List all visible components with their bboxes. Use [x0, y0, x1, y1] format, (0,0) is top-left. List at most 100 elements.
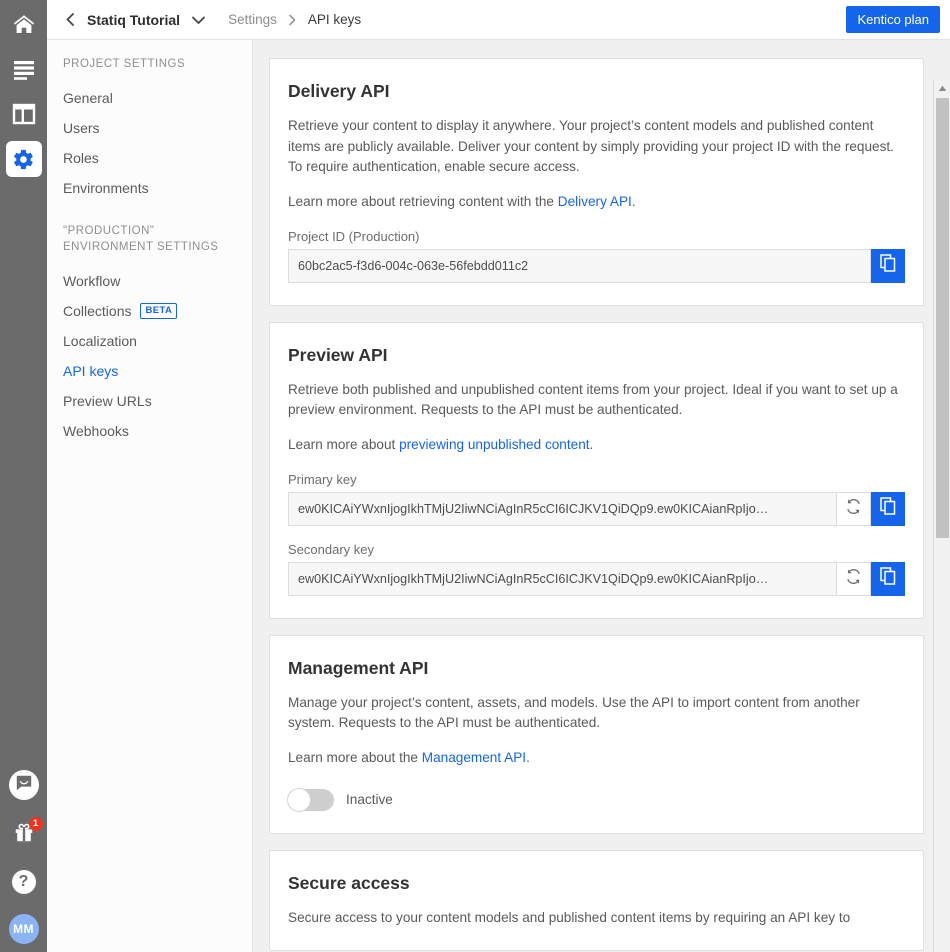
card-description: Retrieve your content to display it anyw… — [288, 116, 905, 178]
delivery-api-link[interactable]: Delivery API — [558, 194, 632, 209]
sidebar-item-environments[interactable]: Environments — [47, 173, 252, 203]
card-description: Secure access to your content models and… — [288, 908, 905, 929]
avatar[interactable]: MM — [9, 914, 39, 944]
sidebar-item-workflow[interactable]: Workflow — [47, 266, 252, 296]
project-switcher-chevron-down-icon[interactable] — [191, 15, 206, 25]
card-preview-api: Preview API Retrieve both published and … — [269, 322, 924, 619]
sidebar-item-label: Localization — [63, 333, 137, 349]
management-api-link[interactable]: Management API — [422, 750, 526, 765]
management-api-toggle[interactable] — [288, 789, 334, 811]
sidebar-item-preview-urls[interactable]: Preview URLs — [47, 386, 252, 416]
sidebar-item-label: General — [63, 90, 113, 106]
scrollbar-thumb[interactable] — [936, 98, 949, 538]
app-root: 1 ? MM Statiq Tutorial Setti — [0, 0, 950, 952]
regenerate-secondary-key-button[interactable] — [837, 562, 871, 596]
copy-project-id-button[interactable] — [871, 249, 905, 283]
sidebar-section-environment-settings-title: "PRODUCTION" ENVIRONMENT SETTINGS — [47, 203, 252, 266]
home-icon — [12, 12, 36, 36]
secondary-key-input[interactable]: ew0KICAiYWxnIjogIkhTMjU2IiwNCiAgInR5cCI6… — [288, 562, 837, 596]
refresh-icon — [845, 568, 862, 590]
sidebar-item-collections[interactable]: Collections BETA — [47, 296, 252, 326]
card-title: Delivery API — [288, 81, 905, 102]
toggle-knob — [287, 788, 311, 812]
copy-icon — [880, 254, 896, 277]
project-id-input[interactable]: 60bc2ac5-f3d6-004c-063e-56febdd011c2 — [288, 249, 871, 283]
refresh-icon — [845, 498, 862, 520]
top-header: Statiq Tutorial Settings API keys Kentic… — [47, 0, 950, 40]
card-title: Secure access — [288, 873, 905, 894]
copy-primary-key-button[interactable] — [871, 492, 905, 526]
content-model-layout-icon — [12, 103, 36, 125]
sidebar-section-title-line2: ENVIRONMENT SETTINGS — [63, 239, 236, 256]
sidebar-item-webhooks[interactable]: Webhooks — [47, 416, 252, 446]
content-body: PROJECT SETTINGS General Users Roles Env… — [47, 40, 950, 952]
whats-new-button[interactable]: 1 — [9, 820, 39, 850]
intercom-chat-button[interactable] — [9, 770, 39, 800]
previewing-unpublished-content-link[interactable]: previewing unpublished content — [399, 437, 589, 452]
card-learn-more: Learn more about retrieving content with… — [288, 192, 905, 213]
sidebar-item-roles[interactable]: Roles — [47, 143, 252, 173]
management-api-toggle-label: Inactive — [346, 792, 393, 807]
card-title: Management API — [288, 658, 905, 679]
content-list-icon — [12, 58, 36, 80]
sidebar-item-users[interactable]: Users — [47, 113, 252, 143]
learn-more-suffix: . — [590, 437, 594, 452]
sidebar-item-label: Roles — [63, 150, 99, 166]
chat-bubble-icon — [15, 774, 33, 797]
card-title: Preview API — [288, 345, 905, 366]
sidebar-item-label: Workflow — [63, 273, 120, 289]
management-api-toggle-row: Inactive — [288, 789, 905, 811]
main-area: Statiq Tutorial Settings API keys Kentic… — [47, 0, 950, 952]
rail-item-home[interactable] — [6, 6, 42, 42]
rail-item-content-model[interactable] — [6, 96, 42, 132]
learn-more-prefix: Learn more about — [288, 437, 399, 452]
sidebar-item-label: API keys — [63, 363, 118, 379]
settings-sidebar: PROJECT SETTINGS General Users Roles Env… — [47, 40, 253, 952]
kentico-plan-button[interactable]: Kentico plan — [846, 6, 940, 33]
learn-more-suffix: . — [526, 750, 530, 765]
sidebar-item-label: Collections — [63, 303, 131, 319]
card-delivery-api: Delivery API Retrieve your content to di… — [269, 58, 924, 306]
primary-key-field-row: ew0KICAiYWxnIjogIkhTMjU2IiwNCiAgInR5cCI6… — [288, 492, 905, 526]
sidebar-item-localization[interactable]: Localization — [47, 326, 252, 356]
whats-new-badge: 1 — [29, 817, 43, 831]
breadcrumb-separator-icon — [288, 14, 297, 26]
primary-key-label: Primary key — [288, 472, 905, 487]
scrollbar-up-arrow-icon[interactable] — [934, 80, 950, 97]
sidebar-item-label: Users — [63, 120, 100, 136]
sidebar-item-label: Webhooks — [63, 423, 129, 439]
beta-badge: BETA — [140, 303, 177, 319]
card-learn-more: Learn more about previewing unpublished … — [288, 435, 905, 456]
regenerate-primary-key-button[interactable] — [837, 492, 871, 526]
copy-icon — [880, 567, 896, 590]
project-id-field-row: 60bc2ac5-f3d6-004c-063e-56febdd011c2 — [288, 249, 905, 283]
secondary-key-field-row: ew0KICAiYWxnIjogIkhTMjU2IiwNCiAgInR5cCI6… — [288, 562, 905, 596]
settings-content-pane: Delivery API Retrieve your content to di… — [253, 40, 950, 952]
sidebar-item-label: Preview URLs — [63, 393, 152, 409]
help-button[interactable]: ? — [12, 870, 36, 894]
breadcrumb-item-settings[interactable]: Settings — [228, 12, 277, 27]
secondary-key-label: Secondary key — [288, 542, 905, 557]
copy-secondary-key-button[interactable] — [871, 562, 905, 596]
card-secure-access: Secure access Secure access to your cont… — [269, 850, 924, 952]
rail-bottom-group: 1 ? MM — [0, 770, 47, 944]
sidebar-item-general[interactable]: General — [47, 83, 252, 113]
learn-more-prefix: Learn more about retrieving content with… — [288, 194, 558, 209]
sidebar-item-label: Environments — [63, 180, 149, 196]
sidebar-item-api-keys[interactable]: API keys — [47, 356, 252, 386]
sidebar-section-project-settings-title: PROJECT SETTINGS — [47, 56, 252, 83]
settings-gear-icon — [12, 148, 35, 171]
content-scrollbar[interactable] — [933, 80, 950, 952]
learn-more-suffix: . — [632, 194, 636, 209]
rail-item-content[interactable] — [6, 51, 42, 87]
copy-icon — [880, 497, 896, 520]
primary-nav-rail: 1 ? MM — [0, 0, 47, 952]
card-management-api: Management API Manage your project’s con… — [269, 635, 924, 834]
card-learn-more: Learn more about the Management API. — [288, 748, 905, 769]
rail-item-settings[interactable] — [6, 141, 42, 177]
sidebar-section-title-line1: "PRODUCTION" — [63, 223, 236, 240]
project-name[interactable]: Statiq Tutorial — [87, 12, 180, 28]
back-button[interactable] — [59, 9, 81, 31]
card-description: Retrieve both published and unpublished … — [288, 380, 905, 421]
primary-key-input[interactable]: ew0KICAiYWxnIjogIkhTMjU2IiwNCiAgInR5cCI6… — [288, 492, 837, 526]
